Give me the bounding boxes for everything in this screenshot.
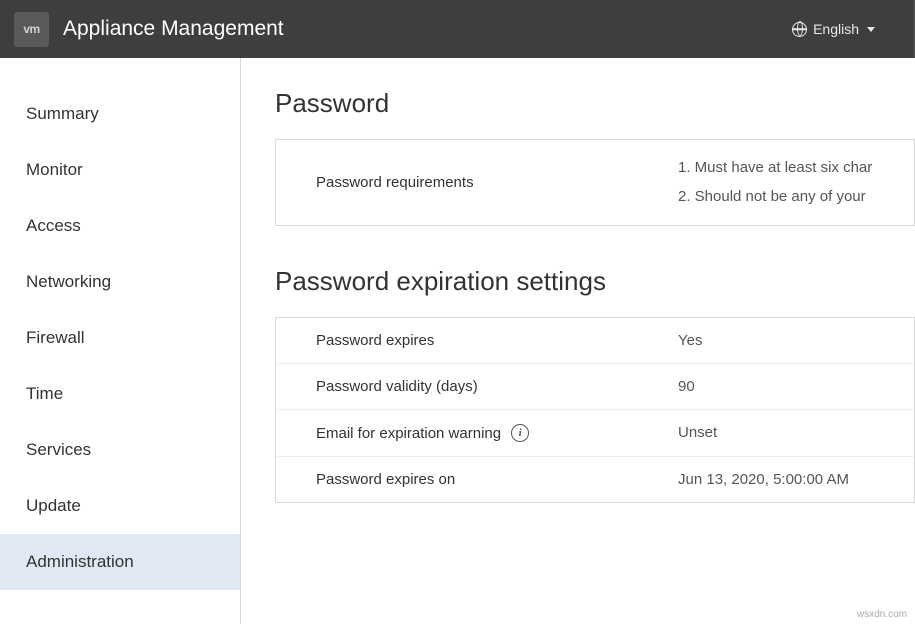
password-validity-value: 90: [678, 378, 695, 395]
password-requirements-value: 1. Must have at least six char 2. Should…: [678, 154, 872, 211]
email-warning-row: Email for expiration warning i Unset: [276, 410, 914, 457]
password-expires-on-label: Password expires on: [316, 471, 678, 488]
password-panel: Password requirements 1. Must have at le…: [275, 139, 915, 226]
sidebar-item-services[interactable]: Services: [0, 422, 240, 478]
header-left: vm Appliance Management: [0, 12, 284, 47]
password-expires-value: Yes: [678, 332, 702, 349]
language-label: English: [813, 21, 859, 37]
chevron-down-icon: [867, 27, 875, 32]
password-expires-label: Password expires: [316, 332, 678, 349]
language-switcher[interactable]: English: [792, 21, 915, 37]
password-requirements-row: Password requirements 1. Must have at le…: [276, 140, 914, 225]
watermark: wsxdn.com: [857, 609, 907, 620]
sidebar-item-monitor[interactable]: Monitor: [0, 142, 240, 198]
expiration-panel: Password expires Yes Password validity (…: [275, 317, 915, 503]
email-warning-label-text: Email for expiration warning: [316, 425, 501, 442]
sidebar: Summary Monitor Access Networking Firewa…: [0, 58, 241, 624]
password-validity-label: Password validity (days): [316, 378, 678, 395]
sidebar-item-summary[interactable]: Summary: [0, 86, 240, 142]
info-icon[interactable]: i: [511, 424, 529, 442]
expiration-section-title: Password expiration settings: [275, 266, 915, 297]
email-warning-label: Email for expiration warning i: [316, 424, 678, 442]
password-validity-row: Password validity (days) 90: [276, 364, 914, 410]
sidebar-item-access[interactable]: Access: [0, 198, 240, 254]
sidebar-item-networking[interactable]: Networking: [0, 254, 240, 310]
header-bar: vm Appliance Management English: [0, 0, 915, 58]
globe-icon: [792, 22, 807, 37]
password-requirement-line: 1. Must have at least six char: [678, 154, 872, 183]
email-warning-value: Unset: [678, 424, 717, 442]
sidebar-item-time[interactable]: Time: [0, 366, 240, 422]
vm-logo-icon: vm: [14, 12, 49, 47]
main-content: Password Password requirements 1. Must h…: [241, 58, 915, 624]
password-requirements-label: Password requirements: [316, 154, 678, 211]
password-expires-on-value: Jun 13, 2020, 5:00:00 AM: [678, 471, 849, 488]
password-expires-on-row: Password expires on Jun 13, 2020, 5:00:0…: [276, 457, 914, 502]
sidebar-item-update[interactable]: Update: [0, 478, 240, 534]
app-title: Appliance Management: [63, 17, 284, 41]
password-expires-row: Password expires Yes: [276, 318, 914, 364]
sidebar-item-firewall[interactable]: Firewall: [0, 310, 240, 366]
sidebar-item-administration[interactable]: Administration: [0, 534, 240, 590]
password-section-title: Password: [275, 88, 915, 119]
password-requirement-line: 2. Should not be any of your: [678, 183, 872, 212]
body-container: Summary Monitor Access Networking Firewa…: [0, 58, 915, 624]
